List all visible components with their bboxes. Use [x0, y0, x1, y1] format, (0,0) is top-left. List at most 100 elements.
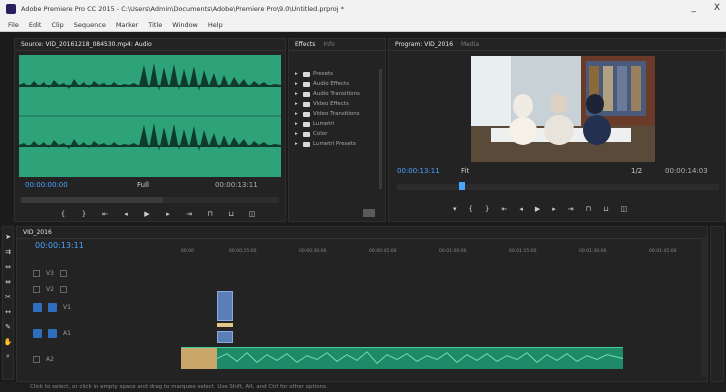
program-tab[interactable]: Program: VID_2016 — [395, 41, 453, 48]
lock-track-icon[interactable] — [33, 269, 40, 277]
video-clip-stack[interactable] — [217, 291, 233, 321]
program-zoom-dropdown[interactable]: Fit — [461, 167, 469, 175]
menu-sequence[interactable]: Sequence — [74, 21, 106, 29]
menu-file[interactable]: File — [8, 21, 19, 29]
effects-scrollbar[interactable] — [379, 69, 382, 189]
hand-tool-icon[interactable]: ✋ — [3, 336, 13, 347]
playhead-marker[interactable] — [459, 182, 465, 190]
program-quality-dropdown[interactable]: 1/2 — [631, 167, 642, 175]
effects-folder-presets[interactable]: ▸ Presets — [295, 69, 379, 79]
info-tab[interactable]: Info — [323, 41, 334, 48]
track-header-v2[interactable]: V2 — [33, 283, 183, 295]
mark-in-icon[interactable]: { — [59, 210, 67, 218]
expand-arrow-icon[interactable]: ▸ — [295, 141, 300, 147]
effects-folder-video-effects[interactable]: ▸ Video Effects — [295, 99, 379, 109]
video-clip[interactable] — [217, 331, 233, 343]
effects-folder-lumetri-presets[interactable]: ▸ Lumetri Presets — [295, 139, 379, 149]
selection-tool-icon[interactable]: ➤ — [3, 231, 13, 242]
razor-tool-icon[interactable]: ✂ — [3, 291, 13, 302]
source-fit-dropdown[interactable]: Full — [137, 181, 149, 189]
source-timecode-current[interactable]: 00:00:00:00 — [25, 181, 68, 189]
step-forward-icon[interactable]: ▸ — [552, 205, 556, 213]
folder-icon — [303, 71, 310, 77]
extract-icon[interactable]: ⊔ — [603, 205, 608, 213]
source-audio-waveform[interactable] — [19, 55, 281, 177]
rolling-edit-tool-icon[interactable]: ⇹ — [3, 276, 13, 287]
go-to-in-icon[interactable]: ⇤ — [501, 205, 507, 213]
lock-track-icon[interactable] — [33, 285, 40, 293]
close-button[interactable]: X — [714, 3, 720, 13]
expand-arrow-icon[interactable]: ▸ — [295, 121, 300, 127]
effects-tab[interactable]: Effects — [295, 41, 315, 48]
minimize-button[interactable]: _ — [691, 3, 696, 13]
menu-title[interactable]: Title — [148, 21, 162, 29]
track-header-a2[interactable]: A2 — [33, 353, 183, 365]
go-to-out-icon[interactable]: ⇥ — [185, 210, 193, 218]
step-forward-icon[interactable]: ▸ — [164, 210, 172, 218]
insert-icon[interactable]: ⊓ — [206, 210, 214, 218]
timeline-sequence-tab[interactable]: VID_2016 — [23, 229, 52, 236]
go-to-in-icon[interactable]: ⇤ — [101, 210, 109, 218]
timeline-timecode[interactable]: 00:00:13:11 — [35, 241, 84, 250]
mark-out-icon[interactable]: } — [80, 210, 88, 218]
lift-icon[interactable]: ⊓ — [586, 205, 591, 213]
zoom-tool-icon[interactable]: ⌕ — [3, 351, 13, 362]
menu-window[interactable]: Window — [172, 21, 198, 29]
effects-folder-video-transitions[interactable]: ▸ Video Transitions — [295, 109, 379, 119]
track-header-v3[interactable]: V3 — [33, 267, 183, 279]
add-marker-icon[interactable]: ▾ — [453, 205, 457, 213]
lock-track-icon[interactable] — [33, 355, 40, 363]
export-frame-icon[interactable]: ◫ — [621, 205, 628, 213]
menu-help[interactable]: Help — [208, 21, 223, 29]
effects-folder-color[interactable]: ▸ Color — [295, 129, 379, 139]
slip-tool-icon[interactable]: ↔ — [3, 306, 13, 317]
go-to-out-icon[interactable]: ⇥ — [568, 205, 574, 213]
program-scrub-bar[interactable] — [397, 182, 719, 190]
export-frame-icon[interactable]: ◫ — [248, 210, 256, 218]
source-scrub-bar[interactable] — [21, 197, 279, 203]
expand-arrow-icon[interactable]: ▸ — [295, 91, 300, 97]
track-select-tool-icon[interactable]: ⇉ — [3, 246, 13, 257]
media-tab[interactable]: Media — [461, 41, 479, 48]
play-icon[interactable]: ▶ — [535, 205, 540, 213]
expand-arrow-icon[interactable]: ▸ — [295, 81, 300, 87]
timeline-ruler[interactable]: 00:00 00:00:15:00 00:00:30:00 00:00:45:0… — [181, 249, 707, 259]
track-header-a1[interactable]: A1 — [33, 327, 183, 339]
mark-out-icon[interactable]: } — [485, 205, 489, 213]
step-back-icon[interactable]: ◂ — [519, 205, 523, 213]
effects-folder-lumetri[interactable]: ▸ Lumetri — [295, 119, 379, 129]
video-clip-label[interactable] — [217, 323, 233, 327]
play-icon[interactable]: ▶ — [143, 210, 151, 218]
expand-arrow-icon[interactable]: ▸ — [295, 71, 300, 77]
window-title: Adobe Premiere Pro CC 2015 - C:\Users\Ad… — [21, 5, 344, 13]
source-patch-a1[interactable] — [33, 328, 42, 338]
effects-panel: Effects Info ▸ Presets ▸ Audio Effects ▸ Au… — [288, 38, 386, 222]
expand-arrow-icon[interactable]: ▸ — [295, 111, 300, 117]
new-bin-icon[interactable] — [363, 209, 375, 217]
toggle-output-icon[interactable] — [59, 285, 67, 293]
expand-arrow-icon[interactable]: ▸ — [295, 101, 300, 107]
source-patch-v1[interactable] — [33, 302, 42, 312]
menu-clip[interactable]: Clip — [51, 21, 63, 29]
menu-edit[interactable]: Edit — [29, 21, 42, 29]
effects-folder-audio-effects[interactable]: ▸ Audio Effects — [295, 79, 379, 89]
ripple-edit-tool-icon[interactable]: ⇔ — [3, 261, 13, 272]
expand-arrow-icon[interactable]: ▸ — [295, 131, 300, 137]
audio-clip-waveform[interactable] — [217, 347, 623, 369]
track-header-v1[interactable]: V1 — [33, 301, 183, 313]
track-target-v1[interactable] — [48, 302, 57, 312]
overwrite-icon[interactable]: ⊔ — [227, 210, 235, 218]
pen-tool-icon[interactable]: ✎ — [3, 321, 13, 332]
menu-marker[interactable]: Marker — [116, 21, 138, 29]
program-video-frame[interactable] — [471, 56, 655, 162]
timeline-vertical-scrollbar[interactable] — [701, 237, 707, 377]
source-tab[interactable]: Source: VID_20161218_084530.mp4: Audio — [21, 41, 152, 48]
mark-in-icon[interactable]: { — [469, 205, 473, 213]
toggle-output-icon[interactable] — [59, 269, 67, 277]
step-back-icon[interactable]: ◂ — [122, 210, 130, 218]
audio-clip-title[interactable] — [181, 347, 217, 369]
effects-folder-audio-transitions[interactable]: ▸ Audio Transitions — [295, 89, 379, 99]
folder-icon — [303, 91, 310, 97]
track-target-a1[interactable] — [48, 328, 57, 338]
program-timecode-current[interactable]: 00:00:13:11 — [397, 167, 440, 175]
